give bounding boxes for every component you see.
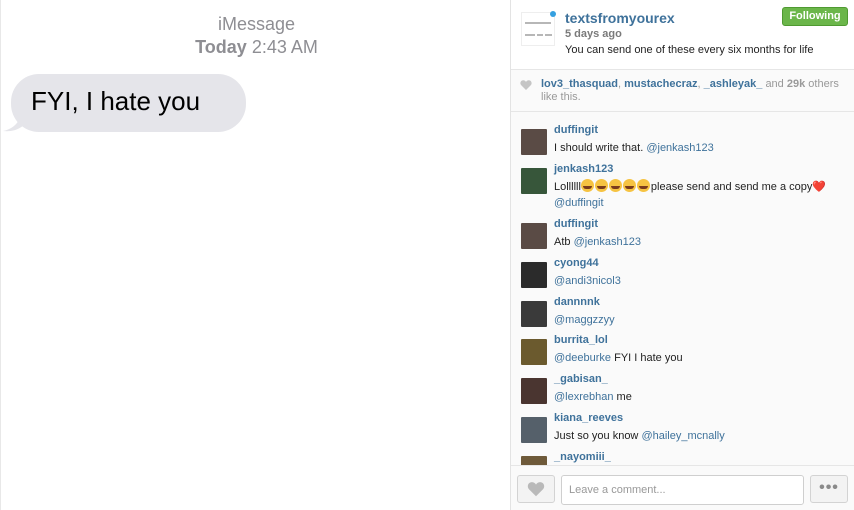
laughing-emoji-icon (622, 179, 636, 192)
more-options-button[interactable]: ••• (810, 475, 848, 503)
message-bubble: FYI, I hate you (11, 74, 246, 132)
comment-text: @deeburke FYI I hate you (554, 352, 683, 364)
mention-link[interactable]: @duffingit (554, 197, 604, 209)
commenter-avatar[interactable] (521, 262, 547, 288)
heart-icon (520, 80, 532, 90)
commenter-username[interactable]: dannnnk (554, 296, 600, 308)
heart-icon (527, 482, 545, 497)
comment-text: @maggzzyy (554, 312, 844, 328)
likes-and: and (765, 78, 784, 90)
commenter-username[interactable]: duffingit (554, 124, 598, 136)
liker-link[interactable]: mustachecraz (624, 78, 697, 90)
commenter-username[interactable]: jenkash123 (554, 163, 613, 175)
laughing-emoji-icon (636, 179, 650, 192)
commenter-username[interactable]: cyong44 (554, 257, 599, 269)
message-timestamp: Today 2:43 AM (1, 37, 512, 58)
laughing-emoji-icon (580, 179, 594, 192)
mention-link[interactable]: @jenkash123 (574, 236, 641, 248)
timestamp-time: 2:43 AM (251, 37, 318, 57)
likes-count[interactable]: 29k (787, 78, 805, 90)
likers-text: lov3_thasquad, mustachecraz, _ashleyak_ … (541, 78, 839, 103)
comment-text: @andi3nicol3 (554, 273, 844, 289)
comments-list[interactable]: duffingit I should write that. @jenkash12… (511, 112, 854, 465)
comment-input[interactable] (561, 475, 804, 505)
comment-text: Atb @jenkash123 (554, 236, 642, 248)
liker-link[interactable]: lov3_thasquad (541, 78, 618, 90)
comment-text: Just so you know @hailey_mcnally (554, 430, 725, 442)
commenter-username[interactable]: _gabisan_ (554, 373, 608, 385)
commenter-avatar[interactable] (521, 456, 547, 465)
commenter-username[interactable]: _nayomiii_ (554, 451, 611, 463)
mention-link[interactable]: @deeburke (554, 352, 611, 364)
mention-link[interactable]: @jenkash123 (646, 142, 713, 154)
commenter-avatar[interactable] (521, 168, 547, 194)
commenter-avatar[interactable] (521, 417, 547, 443)
likes-section: lov3_thasquad, mustachecraz, _ashleyak_ … (511, 70, 854, 112)
commenter-username[interactable]: duffingit (554, 218, 598, 230)
laughing-emoji-icon (594, 179, 608, 192)
post-caption: You can send one of these every six mont… (565, 44, 814, 56)
mention-link[interactable]: @maggzzyy (554, 314, 615, 326)
commenter-avatar[interactable] (521, 301, 547, 327)
post-photo: iMessage Today 2:43 AM FYI, I hate you (0, 0, 511, 510)
commenter-username[interactable]: burrita_lol (554, 334, 608, 346)
post-username[interactable]: textsfromyourex (565, 10, 675, 26)
commenter-avatar[interactable] (521, 223, 547, 249)
verified-dot-icon (550, 11, 556, 17)
mention-link[interactable]: @hailey_mcnally (641, 430, 724, 442)
post-header: textsfromyourex 5 days ago You can send … (511, 0, 854, 70)
timestamp-day: Today (195, 37, 247, 57)
commenter-avatar[interactable] (521, 129, 547, 155)
comment-text: I should write that. @jenkash123 (554, 142, 714, 154)
post-age: 5 days ago (565, 28, 622, 40)
comment-text: Lollllll please send and send me a copy❤️… (554, 179, 827, 209)
red-heart-emoji-icon: ❤️ (812, 181, 827, 193)
like-button[interactable] (517, 475, 555, 503)
commenter-avatar[interactable] (521, 378, 547, 404)
following-button[interactable]: Following (782, 7, 848, 26)
post-sidebar: textsfromyourex 5 days ago You can send … (511, 0, 854, 510)
comment-footer: ••• (511, 465, 854, 510)
comment-text: @lexrebhan me (554, 391, 632, 403)
mention-link[interactable]: @lexrebhan (554, 391, 613, 403)
user-avatar[interactable] (521, 11, 556, 46)
mention-link[interactable]: @andi3nicol3 (554, 275, 621, 287)
commenter-username[interactable]: kiana_reeves (554, 412, 623, 424)
laughing-emoji-icon (608, 179, 622, 192)
imessage-app-title: iMessage (217, 14, 296, 34)
commenter-avatar[interactable] (521, 339, 547, 365)
liker-link[interactable]: _ashleyak_ (704, 78, 763, 90)
